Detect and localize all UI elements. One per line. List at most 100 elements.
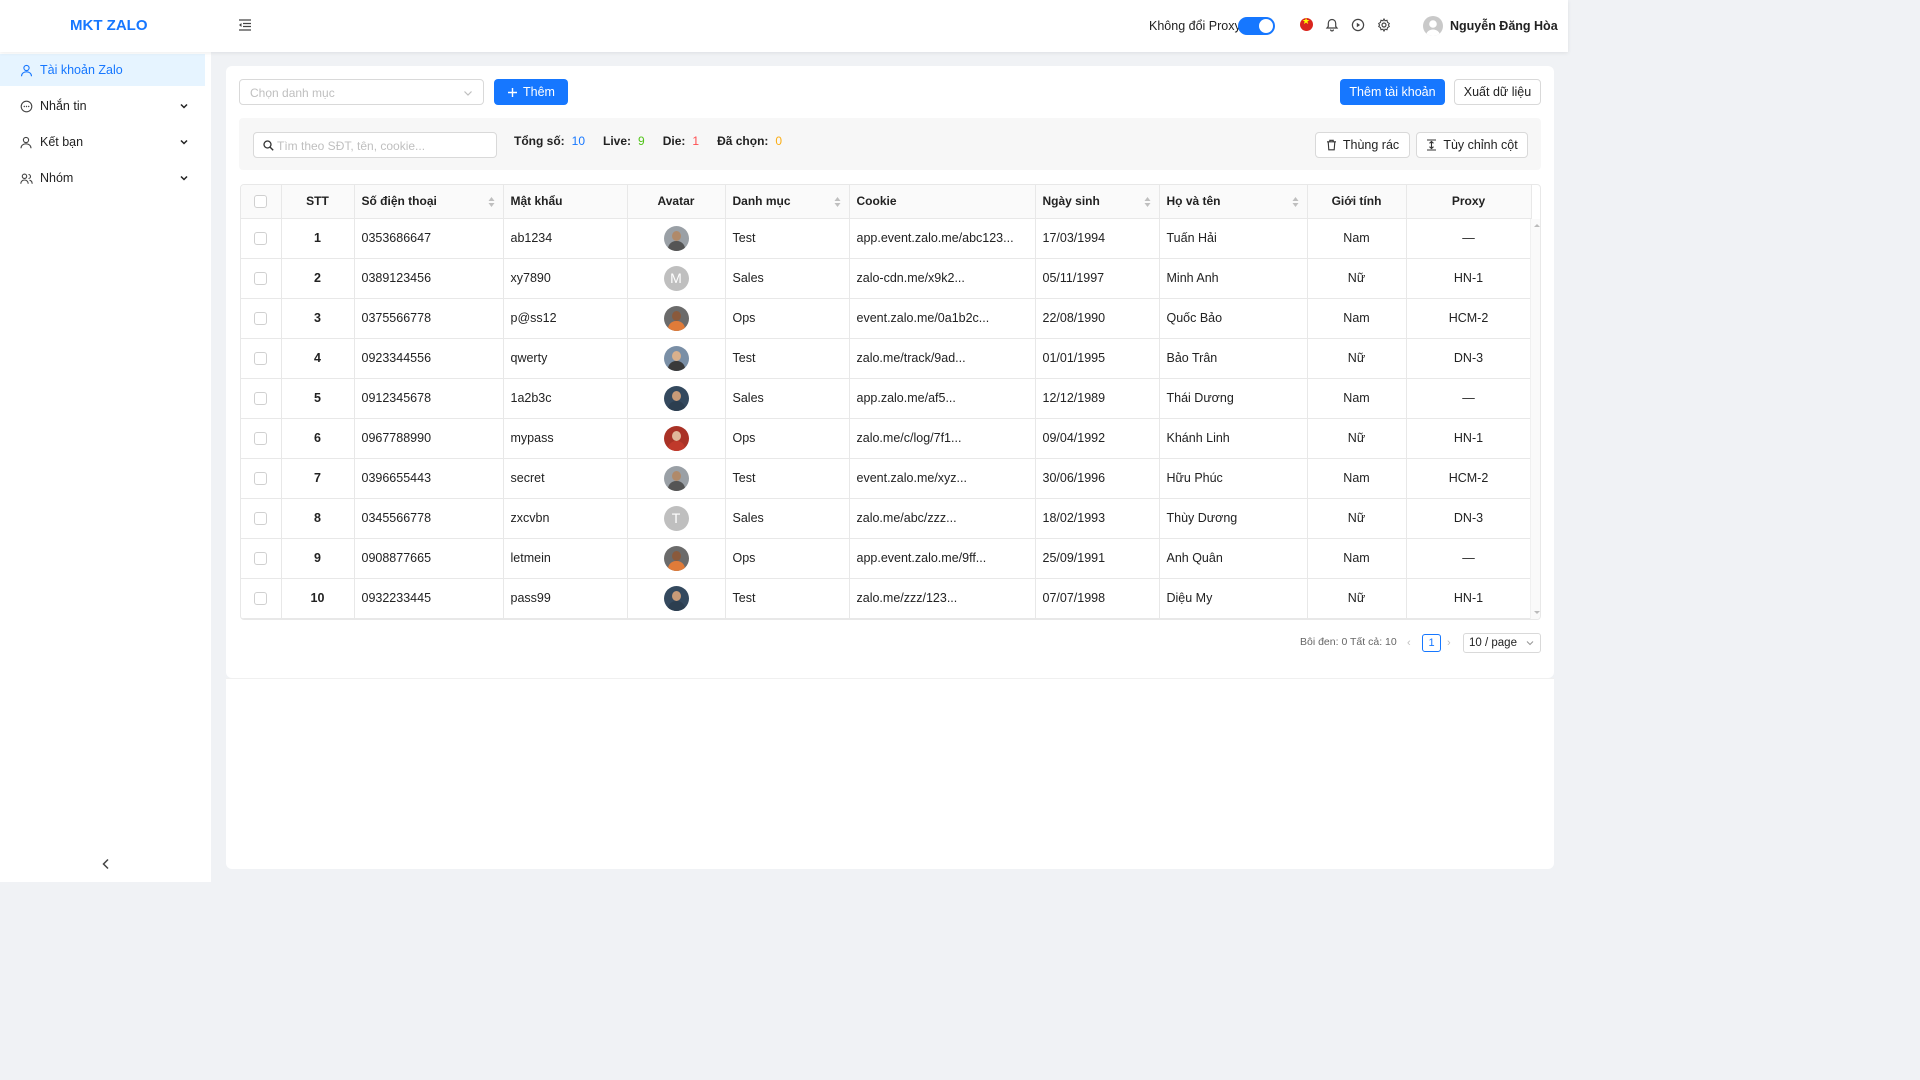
stat-live: Live: 9 xyxy=(603,134,645,148)
row-checkbox[interactable] xyxy=(254,312,268,326)
row-checkbox[interactable] xyxy=(254,512,268,526)
accounts-table-grid: STT Số điện thoại Mật khẩu Avatar Danh m… xyxy=(241,185,1532,619)
prev-page-icon[interactable]: ‹ xyxy=(1407,637,1411,649)
table-scrollbar[interactable] xyxy=(1530,219,1540,619)
customize-columns-button[interactable]: Tùy chỉnh cột xyxy=(1416,132,1528,158)
table-row[interactable]: 2 0389123456 xy7890 M Sales zalo-cdn.me/x9k2.… xyxy=(241,258,1532,299)
user-avatar xyxy=(1423,16,1443,36)
cell-password: ab1234 xyxy=(503,218,628,259)
search-icon xyxy=(263,140,274,151)
sort-icon[interactable] xyxy=(488,196,495,208)
row-checkbox[interactable] xyxy=(254,592,268,606)
row-checkbox[interactable] xyxy=(254,472,268,486)
cell-birthday: 05/11/1997 xyxy=(1035,258,1160,299)
sort-icon[interactable] xyxy=(1144,196,1151,208)
avatar-photo-body xyxy=(667,440,685,451)
avatar-photo xyxy=(663,345,689,371)
select-all-checkbox[interactable] xyxy=(254,195,268,209)
row-checkbox[interactable] xyxy=(254,232,268,246)
cell-phone: 0923344556 xyxy=(354,338,504,379)
search-input[interactable] xyxy=(277,137,492,154)
user-add-icon xyxy=(20,136,32,148)
chevron-down-icon xyxy=(464,91,472,96)
bell-icon[interactable] xyxy=(1325,18,1339,32)
trash-button[interactable]: Thùng rác xyxy=(1315,132,1410,158)
add-account-button[interactable]: Thêm tài khoản xyxy=(1340,79,1445,105)
avatar-photo-body xyxy=(667,240,685,251)
cell-stt: 7 xyxy=(281,458,355,499)
page-size-select[interactable]: 10 / page xyxy=(1463,633,1541,653)
sort-icon[interactable] xyxy=(834,196,841,208)
proxy-toggle-label: Không đổi Proxy xyxy=(1149,19,1241,33)
table-row[interactable]: 7 0396655443 secret Test event.zalo.me/xyz..… xyxy=(241,458,1532,499)
avatar-photo-body xyxy=(667,560,685,571)
add-button[interactable]: Thêm xyxy=(494,79,568,105)
sidebar-item-messaging[interactable]: Nhắn tin xyxy=(0,90,205,122)
row-checkbox[interactable] xyxy=(254,432,268,446)
table-row[interactable]: 4 0923344556 qwerty Test zalo.me/track/9ad..… xyxy=(241,338,1532,379)
plus-icon xyxy=(508,87,518,97)
table-row[interactable]: 6 0967788990 mypass Ops zalo.me/c/log/7f1...… xyxy=(241,418,1532,459)
app-logo[interactable]: MKT ZALO xyxy=(70,17,147,34)
customize-columns-label: Tùy chỉnh cột xyxy=(1443,138,1518,152)
table-row[interactable]: 5 0912345678 1a2b3c Sales app.zalo.me/af5...… xyxy=(241,378,1532,419)
gear-icon[interactable] xyxy=(1377,18,1391,32)
page-1-button[interactable]: 1 xyxy=(1422,634,1441,652)
row-checkbox[interactable] xyxy=(254,272,268,286)
proxy-toggle[interactable] xyxy=(1238,17,1275,35)
category-select[interactable]: Chọn danh mục xyxy=(239,79,484,105)
avatar-photo xyxy=(663,425,689,451)
cell-proxy: — xyxy=(1406,538,1532,579)
cell-category: Ops xyxy=(725,418,850,459)
cell-category: Test xyxy=(725,338,850,379)
cell-name: Hữu Phúc xyxy=(1159,458,1308,499)
cell-avatar xyxy=(627,538,726,579)
col-header-category[interactable]: Danh mục xyxy=(725,185,850,219)
cell-proxy: HCM-2 xyxy=(1406,298,1532,339)
col-header-proxy: Proxy xyxy=(1406,185,1532,219)
row-checkbox[interactable] xyxy=(254,352,268,366)
avatar-photo xyxy=(663,465,689,491)
search-box[interactable] xyxy=(253,132,497,158)
col-header-name-label: Họ và tên xyxy=(1166,194,1221,209)
sidebar-item-add-friends[interactable]: Kết bạn xyxy=(0,126,205,158)
avatar-photo-head xyxy=(671,310,681,321)
sidebar-item-groups[interactable]: Nhóm xyxy=(0,162,205,194)
table-row[interactable]: 9 0908877665 letmein Ops app.event.zalo.me/9… xyxy=(241,538,1532,579)
sidebar-item-label: Nhóm xyxy=(40,171,74,185)
avatar-photo-head xyxy=(671,590,681,601)
row-checkbox[interactable] xyxy=(254,392,268,406)
sidebar-collapse-icon[interactable] xyxy=(100,858,112,870)
cell-gender: Nữ xyxy=(1307,258,1407,299)
vietnam-flag-icon[interactable] xyxy=(1300,16,1313,31)
row-checkbox[interactable] xyxy=(254,552,268,566)
table-row[interactable]: 1 0353686647 ab1234 Test app.event.zalo.me/a… xyxy=(241,218,1532,259)
sidebar-item-zalo-accounts[interactable]: Tài khoản Zalo xyxy=(0,54,205,86)
next-page-icon[interactable]: › xyxy=(1447,637,1451,649)
cell-gender: Nam xyxy=(1307,298,1407,339)
trash-icon xyxy=(1326,139,1336,151)
user-menu[interactable]: Nguyễn Đăng Hòa xyxy=(1423,16,1558,36)
table-row[interactable]: 3 0375566778 p@ss12 Ops event.zalo.me/0a1b2c… xyxy=(241,298,1532,339)
col-header-phone[interactable]: Số điện thoại xyxy=(354,185,504,219)
avatar-photo-body xyxy=(667,320,685,331)
col-header-birthday[interactable]: Ngày sinh xyxy=(1035,185,1160,219)
table-row[interactable]: 10 0932233445 pass99 Test zalo.me/zzz/123...… xyxy=(241,578,1532,619)
table-row[interactable]: 8 0345566778 zxcvbn T Sales zalo.me/abc/zzz..… xyxy=(241,498,1532,539)
stat-total-label: Tổng số: xyxy=(514,134,565,148)
menu-fold-icon[interactable] xyxy=(238,18,252,32)
cell-birthday: 01/01/1995 xyxy=(1035,338,1160,379)
avatar-letter: T xyxy=(663,505,689,531)
cell-password: zxcvbn xyxy=(503,498,628,539)
sidebar-item-label: Nhắn tin xyxy=(40,99,87,113)
play-circle-icon[interactable] xyxy=(1351,18,1365,32)
top-header: MKT ZALO Không đổi Proxy Nguyễn Đăng Hòa xyxy=(0,0,1568,52)
sort-icon[interactable] xyxy=(1292,196,1299,208)
avatar-photo-body xyxy=(667,360,685,371)
col-header-name[interactable]: Họ và tên xyxy=(1159,185,1308,219)
export-data-button[interactable]: Xuất dữ liệu xyxy=(1454,79,1541,105)
add-button-label: Thêm xyxy=(523,85,555,99)
cell-stt: 2 xyxy=(281,258,355,299)
cell-cookie: app.event.zalo.me/abc123... xyxy=(849,218,1036,259)
cell-password: qwerty xyxy=(503,338,628,379)
